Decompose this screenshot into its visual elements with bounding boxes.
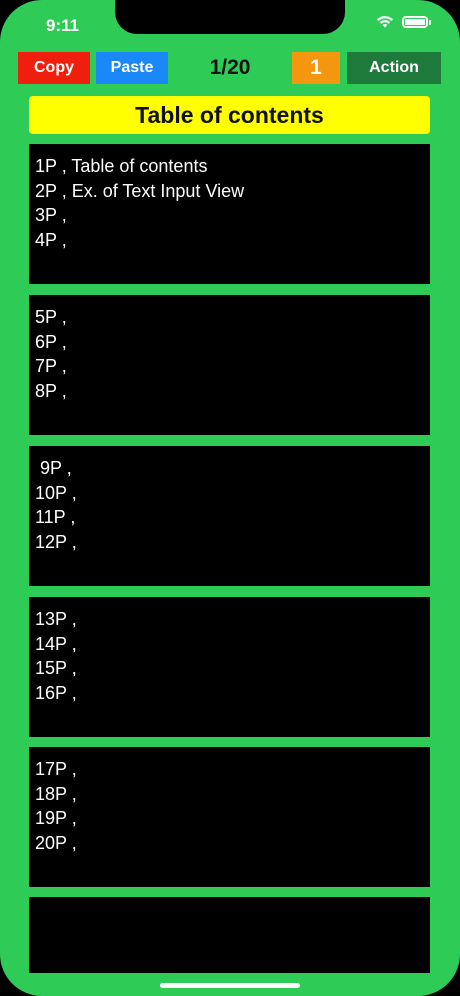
copy-button[interactable]: Copy bbox=[18, 52, 90, 84]
page-line: 17P , bbox=[35, 759, 77, 779]
page-line: 2P , Ex. of Text Input View bbox=[35, 180, 245, 201]
page-box[interactable] bbox=[29, 897, 430, 973]
page-line: 12P , bbox=[35, 531, 77, 552]
page-box[interactable]: 17P , 18P , 19P , 20P , bbox=[29, 747, 430, 887]
page-line: 5P , bbox=[35, 307, 67, 327]
page-line: 8P , bbox=[35, 380, 67, 401]
status-icons bbox=[376, 15, 431, 28]
page-line: 3P , bbox=[35, 205, 67, 225]
wifi-icon bbox=[376, 15, 394, 28]
page-title: Table of contents bbox=[29, 96, 430, 134]
battery-icon bbox=[402, 15, 431, 28]
page-line: 11P , bbox=[35, 507, 76, 527]
page-line: 13P , bbox=[35, 609, 77, 629]
device-notch bbox=[115, 0, 345, 34]
number-button[interactable]: 1 bbox=[292, 52, 340, 84]
paste-button[interactable]: Paste bbox=[96, 52, 168, 84]
page-line: 6P , bbox=[35, 331, 67, 352]
battery-level bbox=[405, 18, 425, 25]
page-line: 1P , Table of contents bbox=[35, 156, 208, 176]
page-line: 16P , bbox=[35, 682, 77, 703]
page-line: 14P , bbox=[35, 633, 77, 654]
page-line: 15P , bbox=[35, 658, 77, 678]
page-line: 4P , bbox=[35, 229, 67, 250]
status-time: 9:11 bbox=[46, 16, 80, 35]
page-line: 9P , bbox=[35, 458, 72, 478]
page-line: 19P , bbox=[35, 808, 77, 828]
page-box[interactable]: 5P , 6P , 7P , 8P , bbox=[29, 295, 430, 435]
toolbar: Copy Paste 1/20 1 Action bbox=[17, 52, 441, 84]
page-box[interactable]: 9P , 10P , 11P , 12P , bbox=[29, 446, 430, 586]
home-indicator[interactable] bbox=[160, 983, 300, 988]
page-counter: 1/20 bbox=[209, 56, 251, 79]
page-line: 7P , bbox=[35, 356, 67, 376]
page-box[interactable]: 1P , Table of contents 2P , Ex. of Text … bbox=[29, 144, 430, 284]
app-screen: 9:11 Copy Paste 1/20 1 Action Table of c… bbox=[0, 0, 460, 996]
action-button[interactable]: Action bbox=[347, 52, 441, 84]
page-line: 10P , bbox=[35, 482, 77, 503]
page-box[interactable]: 13P , 14P , 15P , 16P , bbox=[29, 597, 430, 737]
page-line: 20P , bbox=[35, 832, 77, 853]
page-line: 18P , bbox=[35, 783, 77, 804]
